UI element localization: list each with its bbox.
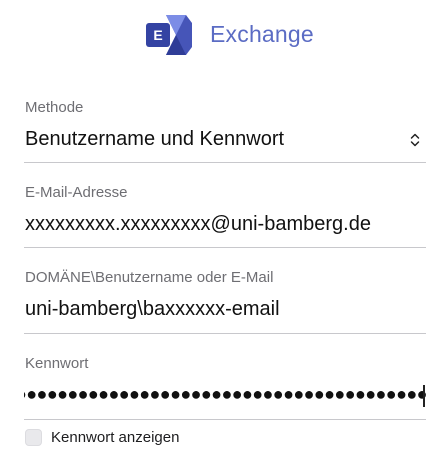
username-field[interactable]: DOMÄNE\Benutzername oder E-Mail uni-bamb… xyxy=(24,269,426,334)
username-input[interactable]: uni-bamberg\baxxxxxx-email xyxy=(25,298,280,321)
brand-name: Exchange xyxy=(210,21,314,47)
logo-letter: E xyxy=(153,27,162,43)
email-divider xyxy=(24,247,426,248)
password-field[interactable]: Kennwort ●●●●●●●●●●●●●●●●●●●●●●●●●●●●●●●… xyxy=(24,355,426,420)
text-caret xyxy=(423,385,425,407)
password-input[interactable]: ●●●●●●●●●●●●●●●●●●●●●●●●●●●●●●●●●●●●●●●●… xyxy=(24,382,426,410)
method-label: Methode xyxy=(25,99,84,116)
password-masked-value: ●●●●●●●●●●●●●●●●●●●●●●●●●●●●●●●●●●●●●●●●… xyxy=(24,384,426,404)
exchange-logo-icon: E xyxy=(146,15,192,55)
username-divider xyxy=(24,333,426,334)
method-select[interactable]: Methode Benutzername und Kennwort xyxy=(24,99,426,163)
password-divider xyxy=(24,419,426,420)
show-password-row[interactable]: Kennwort anzeigen xyxy=(24,428,324,448)
method-value[interactable]: Benutzername und Kennwort xyxy=(25,128,284,151)
show-password-label[interactable]: Kennwort anzeigen xyxy=(51,429,179,446)
show-password-checkbox[interactable] xyxy=(25,429,42,446)
header: E Exchange xyxy=(0,10,444,60)
email-field[interactable]: E-Mail-Adresse xxxxxxxxx.xxxxxxxxx@uni-b… xyxy=(24,184,426,248)
email-input[interactable]: xxxxxxxxx.xxxxxxxxx@uni-bamberg.de xyxy=(25,213,371,236)
email-label: E-Mail-Adresse xyxy=(25,184,128,201)
password-label: Kennwort xyxy=(25,355,89,372)
username-label: DOMÄNE\Benutzername oder E-Mail xyxy=(25,269,274,286)
method-divider xyxy=(24,162,426,163)
chevron-up-down-icon[interactable] xyxy=(410,132,420,148)
